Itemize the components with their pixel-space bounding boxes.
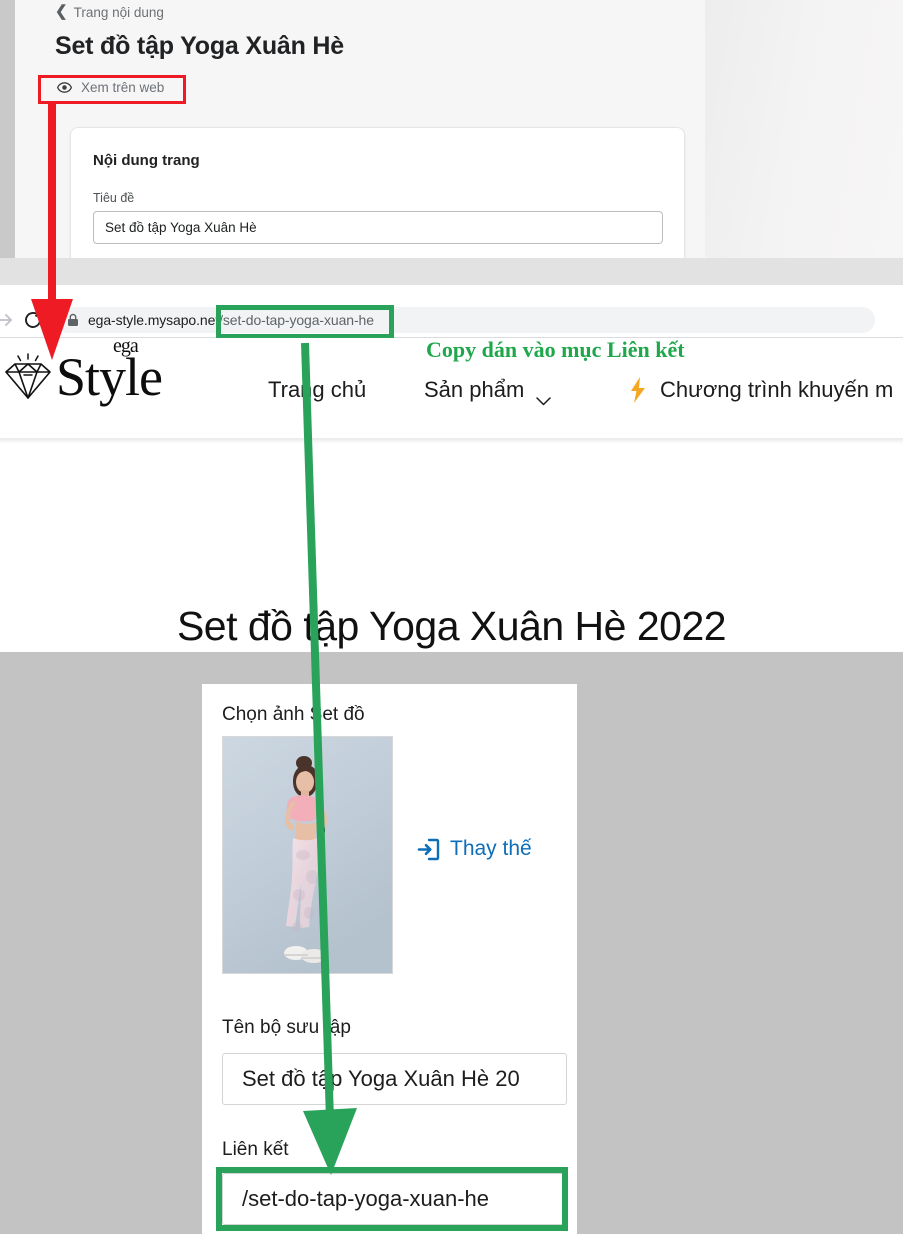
title-field-label: Tiêu đề [93,191,135,205]
breadcrumb[interactable]: ❮ Trang nội dung [55,3,164,20]
collection-name-input[interactable]: Set đồ tập Yoga Xuân Hè 20 [222,1053,567,1105]
site-logo[interactable]: Style ega [2,336,163,407]
forward-arrow-icon[interactable] [0,311,16,329]
collection-thumbnail[interactable] [222,736,393,974]
lightning-bolt-icon [628,377,648,403]
admin-right-background [705,0,903,258]
page-title: Set đồ tập Yoga Xuân Hè [55,32,344,60]
image-picker-label: Chọn ảnh Set đồ [222,704,365,725]
lock-icon [67,313,79,327]
replace-image-button[interactable]: Thay thế [417,837,532,861]
link-field-label: Liên kết [222,1139,289,1160]
chevron-down-icon [536,386,552,405]
annotation-green-box-link-field [216,1167,568,1231]
screenshot-root: ❮ Trang nội dung Set đồ tập Yoga Xuân Hè… [0,0,903,1234]
chevron-left-icon: ❮ [55,3,68,20]
admin-left-gutter [0,0,15,258]
annotation-red-box-view-on-web [38,75,186,104]
page-content-card: Nội dung trang Tiêu đề Set đồ tập Yoga X… [70,127,685,258]
breadcrumb-label: Trang nội dung [73,5,164,20]
replace-icon [417,838,440,861]
logo-wordmark: Style ega [56,336,163,407]
nav-item-san-pham[interactable]: Sản phẩm [424,377,552,405]
nav-item-chuong-trinh-khuyen-mai[interactable]: Chương trình khuyến m [628,377,893,403]
card-section-title: Nội dung trang [93,152,200,169]
nav-label: Chương trình khuyến m [660,377,894,402]
reload-icon[interactable] [22,309,44,331]
logo-superscript: ega [113,335,139,357]
collection-item-card: Chọn ảnh Set đồ Thay thế Tên bộ sưu tập … [202,684,577,1234]
title-input[interactable]: Set đồ tập Yoga Xuân Hè [93,211,663,244]
address-bar[interactable]: ega-style.mysapo.net/set-do-tap-yoga-xua… [55,307,875,333]
nav-label: Sản phẩm [424,377,525,402]
replace-label: Thay thế [450,837,532,860]
annotation-green-box-url-path [216,305,394,339]
nav-item-trang-chu[interactable]: Trang chủ [268,377,366,403]
storefront-page-heading: Set đồ tập Yoga Xuân Hè 2022 [176,603,727,649]
browser-chrome-gap [0,285,903,303]
diamond-icon [2,352,54,402]
logo-word: Style [56,347,163,407]
sapo-admin-panel: ❮ Trang nội dung Set đồ tập Yoga Xuân Hè… [0,0,903,258]
nav-label: Trang chủ [268,377,367,402]
url-domain: ega-style.mysapo.net [88,312,220,328]
collection-name-label: Tên bộ sưu tập [222,1017,351,1038]
annotation-copy-note: Copy dán vào mục Liên kết [426,337,685,362]
